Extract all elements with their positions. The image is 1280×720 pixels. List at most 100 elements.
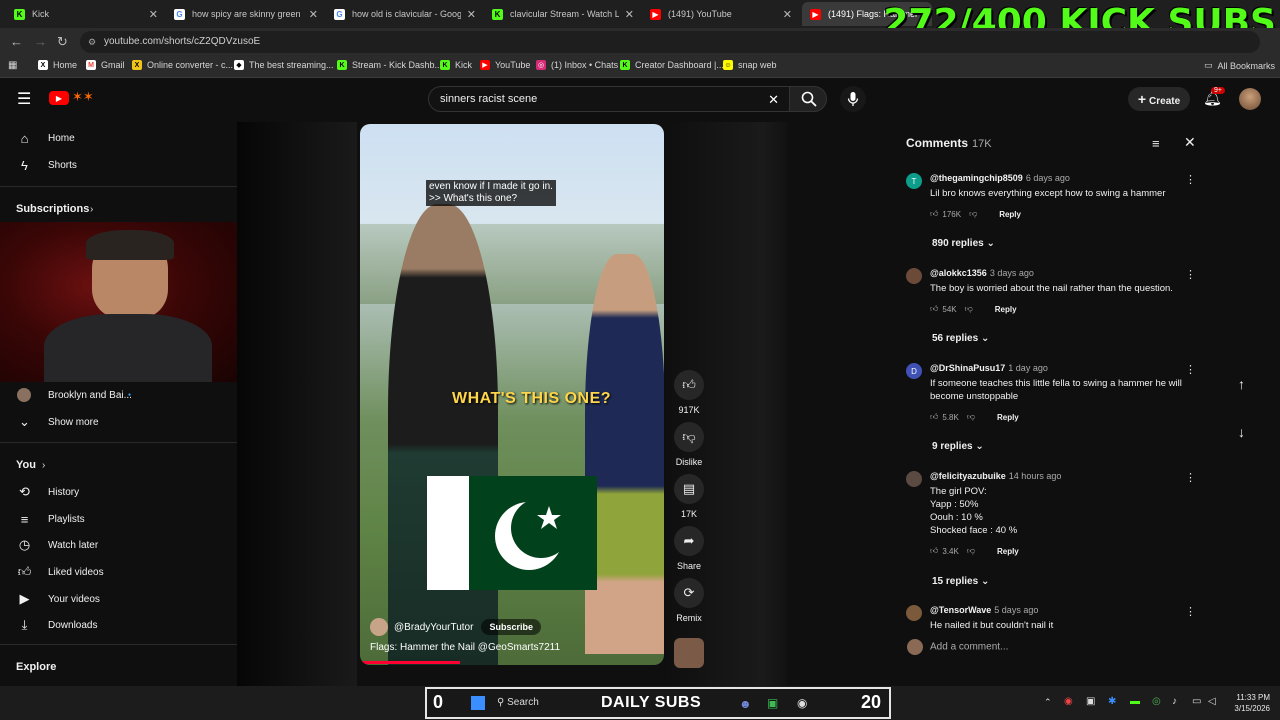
taskbar-search[interactable]: ⚲ Search (497, 697, 539, 708)
back-icon[interactable]: ← (10, 34, 23, 49)
sort-icon[interactable]: ≡ (1152, 136, 1160, 151)
thumbs-up-icon[interactable]: 👍︎ (930, 546, 938, 556)
next-short-arrow-icon[interactable]: ↓ (1238, 424, 1245, 440)
volume-icon[interactable]: ◁ (1208, 696, 1216, 707)
thumbs-down-icon[interactable]: 👎︎ (967, 412, 975, 422)
reply-button[interactable]: Reply (999, 210, 1021, 219)
thumbs-down-icon[interactable]: 👎︎ (967, 546, 975, 556)
more-options-icon[interactable]: ⋮ (1185, 605, 1196, 618)
close-tab-icon[interactable]: ✕ (467, 8, 476, 21)
bookmark-streaming[interactable]: ◆ The best streaming... (234, 60, 334, 70)
bookmark-youtube[interactable]: ▶ YouTube (480, 60, 530, 70)
share-action[interactable]: ➦ Share (674, 526, 704, 571)
apps-grid-icon[interactable]: ▦ (8, 60, 17, 71)
windows-start-icon[interactable] (471, 696, 485, 710)
more-options-icon[interactable]: ⋮ (1185, 363, 1196, 376)
system-clock[interactable]: 11:33 PM 3/15/2026 (1234, 692, 1270, 714)
reply-button[interactable]: Reply (997, 547, 1019, 556)
tray-chevron-up-icon[interactable]: ⌃ (1044, 697, 1052, 708)
channel-name[interactable]: @BradyYourTutor (394, 622, 473, 633)
youtube-logo-icon[interactable]: ▶ (49, 91, 69, 105)
bookmark-online-converter[interactable]: X Online converter - c... (132, 60, 233, 70)
bookmark-gmail[interactable]: M Gmail (86, 60, 125, 70)
thumbs-up-icon[interactable]: 👍︎ (930, 412, 938, 422)
bookmark-snap-web[interactable]: ☺ snap web (723, 60, 777, 70)
menu-icon[interactable]: ☰ (17, 89, 31, 109)
comment-author[interactable]: @felicityazubuike 14 hours ago (930, 471, 1061, 481)
commenter-avatar[interactable]: T (906, 173, 922, 189)
bookmark-kick-dashboard[interactable]: K Stream - Kick Dashb... (337, 60, 442, 70)
thumbs-down-icon[interactable]: 👎︎ (965, 304, 973, 314)
site-info-icon[interactable]: ⚙ (88, 31, 96, 53)
app-icon[interactable]: ▣ (767, 696, 778, 710)
doodle-logo-icon[interactable]: ✶✶ (72, 89, 94, 105)
microphone-tray-icon[interactable]: ♪ (1172, 696, 1177, 707)
reply-button[interactable]: Reply (997, 413, 1019, 422)
sound-thumbnail[interactable] (674, 638, 704, 668)
reload-icon[interactable]: ↻ (57, 34, 68, 50)
share-icon[interactable]: ➦ (674, 526, 704, 556)
commenter-avatar[interactable] (906, 268, 922, 284)
commenter-avatar[interactable] (906, 471, 922, 487)
video-progress-bar[interactable] (360, 661, 460, 664)
subscribe-button[interactable]: Subscribe (481, 619, 541, 635)
sidebar-item-your-videos[interactable]: ▶ Your videos (0, 586, 237, 612)
close-tab-icon[interactable]: ✕ (625, 8, 634, 21)
create-button[interactable]: + Create (1128, 87, 1190, 111)
all-bookmarks[interactable]: ▭ All Bookmarks (1204, 60, 1275, 71)
search-input[interactable]: sinners racist scene ✕ (428, 86, 790, 112)
view-replies-button[interactable]: 890 replies ⌄ (932, 238, 995, 249)
comment-author[interactable]: @DrShinaPusu17 1 day ago (930, 363, 1048, 373)
close-tab-icon[interactable]: ✕ (783, 8, 792, 21)
comment-icon[interactable]: ▤ (674, 474, 704, 504)
url-field[interactable]: ⚙ youtube.com/shorts/cZ2QDVzusoE (80, 31, 1260, 53)
previous-short-arrow-icon[interactable]: ↑ (1238, 376, 1245, 392)
add-comment-input[interactable]: Add a comment... (907, 639, 1197, 655)
dislike-action[interactable]: 👎︎ Dislike (674, 422, 704, 467)
voice-search-button[interactable] (840, 86, 866, 112)
comment-author[interactable]: @alokkc1356 3 days ago (930, 268, 1034, 278)
thumbs-up-icon[interactable]: 👍︎ (930, 209, 938, 219)
sidebar-subscriptions-header[interactable]: Subscriptions › (0, 196, 237, 222)
tab-google-search-1[interactable]: G how spicy are skinny green pep ✕ (166, 2, 326, 26)
sidebar-item-liked-videos[interactable]: 👍︎ Liked videos (0, 559, 237, 585)
commenter-avatar[interactable] (906, 605, 922, 621)
sidebar-item-playlists[interactable]: ≡ Playlists (0, 506, 237, 532)
commenter-avatar[interactable]: D (906, 363, 922, 379)
tray-app-icon[interactable]: ◉ (1064, 696, 1073, 707)
comment-author[interactable]: @thegamingchip8509 6 days ago (930, 173, 1070, 183)
sidebar-item-shorts[interactable]: ϟ Shorts (0, 152, 237, 178)
more-options-icon[interactable]: ⋮ (1185, 268, 1196, 281)
forward-icon[interactable]: → (34, 34, 47, 49)
bookmark-kick[interactable]: K Kick (440, 60, 472, 70)
more-options-icon[interactable]: ⋮ (1185, 173, 1196, 186)
sidebar-you-header[interactable]: You › (0, 452, 237, 478)
comments-action[interactable]: ▤ 17K (674, 474, 704, 519)
chrome-tray-icon[interactable]: ◎ (1152, 696, 1161, 707)
account-avatar[interactable] (1239, 88, 1261, 110)
tray-app-icon[interactable]: ▣ (1086, 696, 1095, 707)
tray-app-icon[interactable]: ▬ (1130, 696, 1140, 707)
thumbs-up-icon[interactable]: 👍︎ (674, 370, 704, 400)
sidebar-item-downloads[interactable]: ⤓ Downloads (0, 612, 237, 638)
channel-avatar[interactable] (370, 618, 388, 636)
sidebar-channel-brooklyn[interactable]: Brooklyn and Bai... ● (0, 382, 237, 408)
bookmark-x-home[interactable]: X Home (38, 60, 77, 70)
sidebar-show-more[interactable]: ⌄ Show more (0, 409, 237, 435)
search-button[interactable] (789, 86, 827, 112)
tab-youtube[interactable]: ▶ (1491) YouTube ✕ (642, 2, 800, 26)
close-icon[interactable]: ✕ (1184, 134, 1196, 151)
bluetooth-icon[interactable]: ✱ (1108, 696, 1116, 707)
thumbs-down-icon[interactable]: 👎︎ (969, 209, 977, 219)
obs-icon[interactable]: ◉ (797, 696, 807, 710)
display-icon[interactable]: ▭ (1192, 696, 1201, 707)
view-replies-button[interactable]: 15 replies ⌄ (932, 576, 989, 587)
comment-author[interactable]: @TensorWave 5 days ago (930, 605, 1038, 615)
shorts-video-player[interactable]: even know if I made it go in. >> What's … (360, 124, 664, 665)
sidebar-item-watch-later[interactable]: ◷ Watch later (0, 532, 237, 558)
view-replies-button[interactable]: 56 replies ⌄ (932, 333, 989, 344)
video-title[interactable]: Flags: Hammer the Nail @GeoSmarts7211 (370, 642, 560, 653)
thumbs-down-icon[interactable]: 👎︎ (674, 422, 704, 452)
sound-action[interactable] (674, 638, 704, 668)
tab-google-search-2[interactable]: G how old is clavicular - Google S ✕ (326, 2, 484, 26)
